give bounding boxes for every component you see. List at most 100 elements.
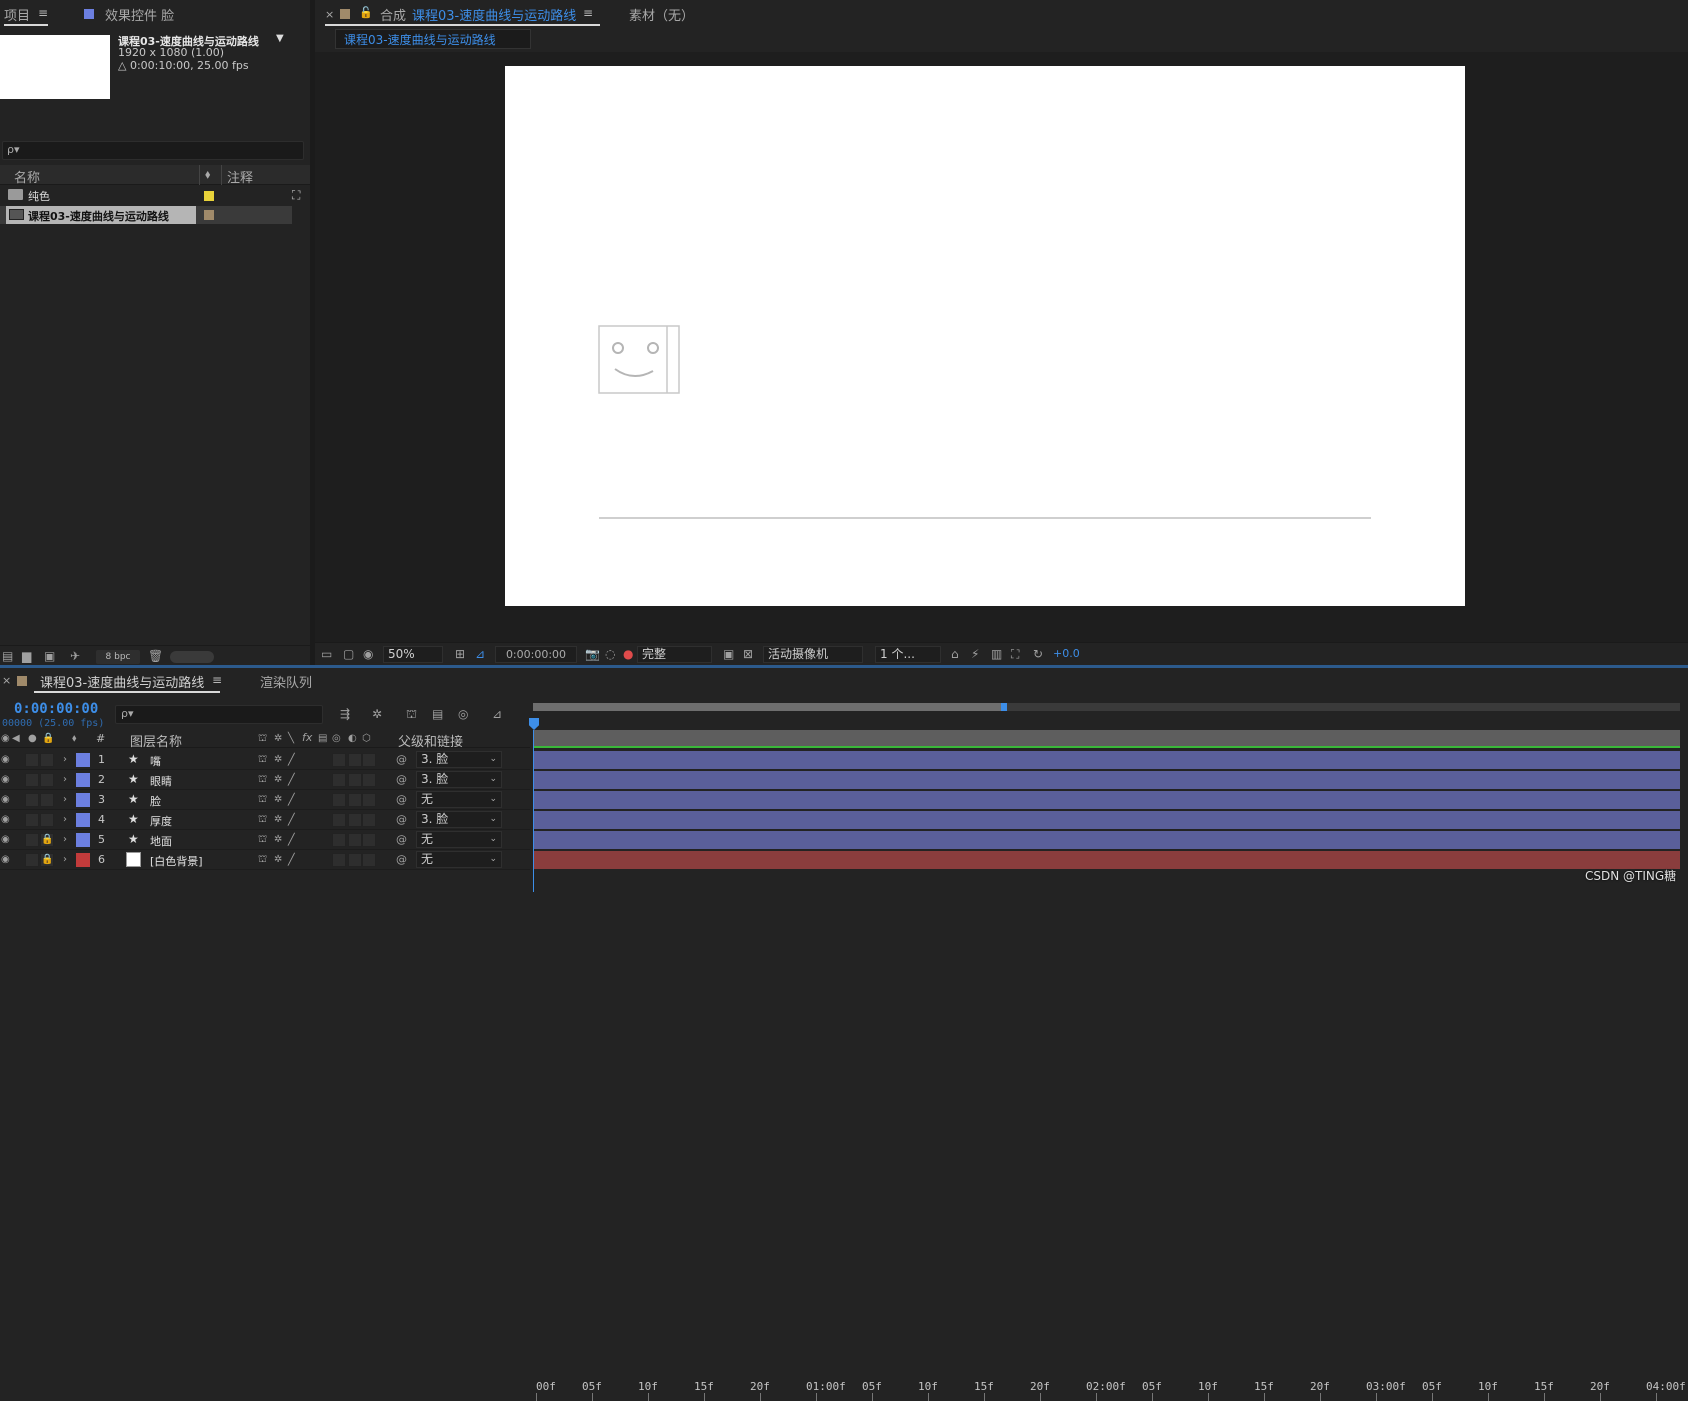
camera-dropdown[interactable]: 活动摄像机	[763, 646, 863, 663]
new-folder-icon[interactable]: ▆	[22, 649, 31, 663]
zoom-dropdown[interactable]: 50%	[383, 646, 443, 663]
eye-icon[interactable]: ◉	[1, 773, 10, 787]
lock-icon[interactable]: 🔓	[359, 6, 373, 19]
layer-name[interactable]: 脸	[150, 793, 161, 809]
quality-switch-icon[interactable]: ╱	[288, 813, 295, 827]
lock-toggle[interactable]	[40, 813, 54, 827]
layer-duration-bar[interactable]	[533, 831, 1680, 849]
solo-toggle[interactable]	[25, 753, 39, 767]
label-swatch[interactable]	[204, 191, 214, 201]
solo-toggle[interactable]	[25, 793, 39, 807]
playhead-handle[interactable]	[529, 718, 539, 730]
work-area-end-handle[interactable]	[1001, 703, 1007, 711]
comp-breadcrumb[interactable]: 课程03-速度曲线与运动路线	[335, 29, 531, 49]
tab-timeline-comp[interactable]: 课程03-速度曲线与运动路线	[40, 672, 204, 691]
eye-icon[interactable]: ◉	[1, 793, 10, 807]
adjustment-toggle[interactable]	[348, 833, 362, 847]
pick-whip-icon[interactable]: @	[396, 773, 407, 787]
camera-snapshot-icon[interactable]: 📷	[585, 647, 600, 661]
expand-chevron-icon[interactable]: ›	[63, 773, 67, 787]
trash-icon[interactable]: 🗑	[148, 649, 163, 663]
layer-row[interactable]: ◉ › 2 ★ 眼睛 ⛫ ✲ ╱ @3. 脸 ⌄	[0, 770, 530, 790]
3d-toggle[interactable]	[362, 813, 376, 827]
layer-duration-bar[interactable]	[533, 811, 1680, 829]
layer-label-swatch[interactable]	[76, 833, 90, 847]
toggle-pixel-icon[interactable]: ⌂	[951, 647, 959, 661]
collapse-switch-icon[interactable]: ✲	[274, 853, 282, 867]
resolution-dropdown[interactable]: 完整	[637, 646, 712, 663]
project-search-input[interactable]: ρ▾	[2, 141, 304, 160]
timeline-menu-icon[interactable]: ≡	[212, 673, 222, 687]
mask-view-icon[interactable]: ◉	[363, 647, 373, 661]
comp-flowchart-icon[interactable]: ⇶	[340, 707, 350, 721]
tab-project[interactable]: 项目	[4, 5, 30, 24]
3d-toggle[interactable]	[362, 753, 376, 767]
solo-toggle[interactable]	[25, 813, 39, 827]
layer-duration-bar[interactable]	[533, 791, 1680, 809]
quality-switch-icon[interactable]: ╱	[288, 793, 295, 807]
parent-dropdown[interactable]: 3. 脸 ⌄	[416, 771, 502, 788]
lock-icon[interactable]: 🔒	[41, 833, 53, 847]
adjustment-header-icon[interactable]: ◐	[348, 732, 357, 746]
layer-name[interactable]: 眼睛	[150, 773, 172, 789]
label-swatch[interactable]	[204, 210, 214, 220]
mask-path-icon[interactable]: ⊿	[475, 647, 485, 661]
lock-header-icon[interactable]: 🔒	[42, 732, 54, 746]
safe-zones-icon[interactable]: ⊞	[455, 647, 465, 661]
audio-header-icon[interactable]: ◀	[12, 732, 20, 746]
col-comment[interactable]: 注释	[227, 167, 253, 186]
layer-row[interactable]: ◉ › 1 ★ 嘴 ⛫ ✲ ╱ @3. 脸 ⌄	[0, 750, 530, 770]
work-area-range[interactable]	[533, 703, 1003, 711]
current-time-display[interactable]: 0:00:00:00	[14, 701, 98, 717]
frame-blend-header-icon[interactable]: ▤	[318, 732, 327, 746]
3d-layer-header-icon[interactable]: ⬡	[362, 732, 371, 746]
pick-whip-icon[interactable]: @	[396, 813, 407, 827]
shy-switch-icon[interactable]: ⛫	[258, 853, 267, 867]
layer-label-swatch[interactable]	[76, 813, 90, 827]
layer-label-swatch[interactable]	[76, 853, 90, 867]
motion-blur-toggle[interactable]	[332, 773, 346, 787]
lock-toggle[interactable]	[40, 793, 54, 807]
adjustment-toggle[interactable]	[348, 813, 362, 827]
show-snapshot-icon[interactable]: ◌	[605, 647, 615, 661]
new-comp-icon[interactable]: ▣	[44, 649, 55, 663]
eye-icon[interactable]: ◉	[1, 853, 10, 867]
project-item-solids[interactable]: 纯色 ⛶	[0, 187, 310, 205]
layer-name[interactable]: 厚度	[150, 813, 172, 829]
flowchart-icon[interactable]: ⛶	[1011, 647, 1019, 661]
shy-switch-icon[interactable]: ⛫	[258, 753, 267, 767]
solo-toggle[interactable]	[25, 833, 39, 847]
eye-icon[interactable]: ◉	[1, 813, 10, 827]
layer-name[interactable]: [白色背景]	[150, 853, 203, 869]
tab-effects-controls[interactable]: 效果控件 脸	[105, 5, 174, 24]
flowchart-icon[interactable]: ⛶	[292, 188, 300, 203]
reset-exposure-icon[interactable]: ↻	[1033, 647, 1043, 661]
eye-icon[interactable]: ◉	[1, 833, 10, 847]
layer-name[interactable]: 嘴	[150, 753, 161, 769]
motion-blur-toggle[interactable]	[332, 853, 346, 867]
motion-blur-toggle[interactable]	[332, 813, 346, 827]
effects-header-icon[interactable]: fx	[302, 731, 312, 745]
pick-whip-icon[interactable]: @	[396, 833, 407, 847]
visibility-header-icon[interactable]: ◉	[1, 732, 10, 746]
expand-chevron-icon[interactable]: ›	[63, 813, 67, 827]
layer-duration-bar[interactable]	[533, 851, 1680, 869]
3d-toggle[interactable]	[362, 853, 376, 867]
layer-name[interactable]: 地面	[150, 833, 172, 849]
shy-switch-icon[interactable]: ⛫	[258, 773, 267, 787]
work-area-bar[interactable]	[533, 703, 1680, 711]
3d-toggle[interactable]	[362, 773, 376, 787]
quality-switch-icon[interactable]: ╱	[288, 853, 295, 867]
views-dropdown[interactable]: 1 个...	[875, 646, 941, 663]
quality-switch-icon[interactable]: ╱	[288, 833, 295, 847]
quality-switch-icon[interactable]: ╱	[288, 753, 295, 767]
adjustment-toggle[interactable]	[348, 853, 362, 867]
layer-label-swatch[interactable]	[76, 773, 90, 787]
lock-toggle[interactable]	[40, 773, 54, 787]
layer-label-swatch[interactable]	[76, 793, 90, 807]
expand-chevron-icon[interactable]: ›	[63, 833, 67, 847]
parent-dropdown[interactable]: 无 ⌄	[416, 851, 502, 868]
monitor-icon[interactable]: ▢	[343, 647, 354, 661]
motion-blur-toggle[interactable]	[332, 833, 346, 847]
col-name[interactable]: 名称	[14, 167, 40, 186]
